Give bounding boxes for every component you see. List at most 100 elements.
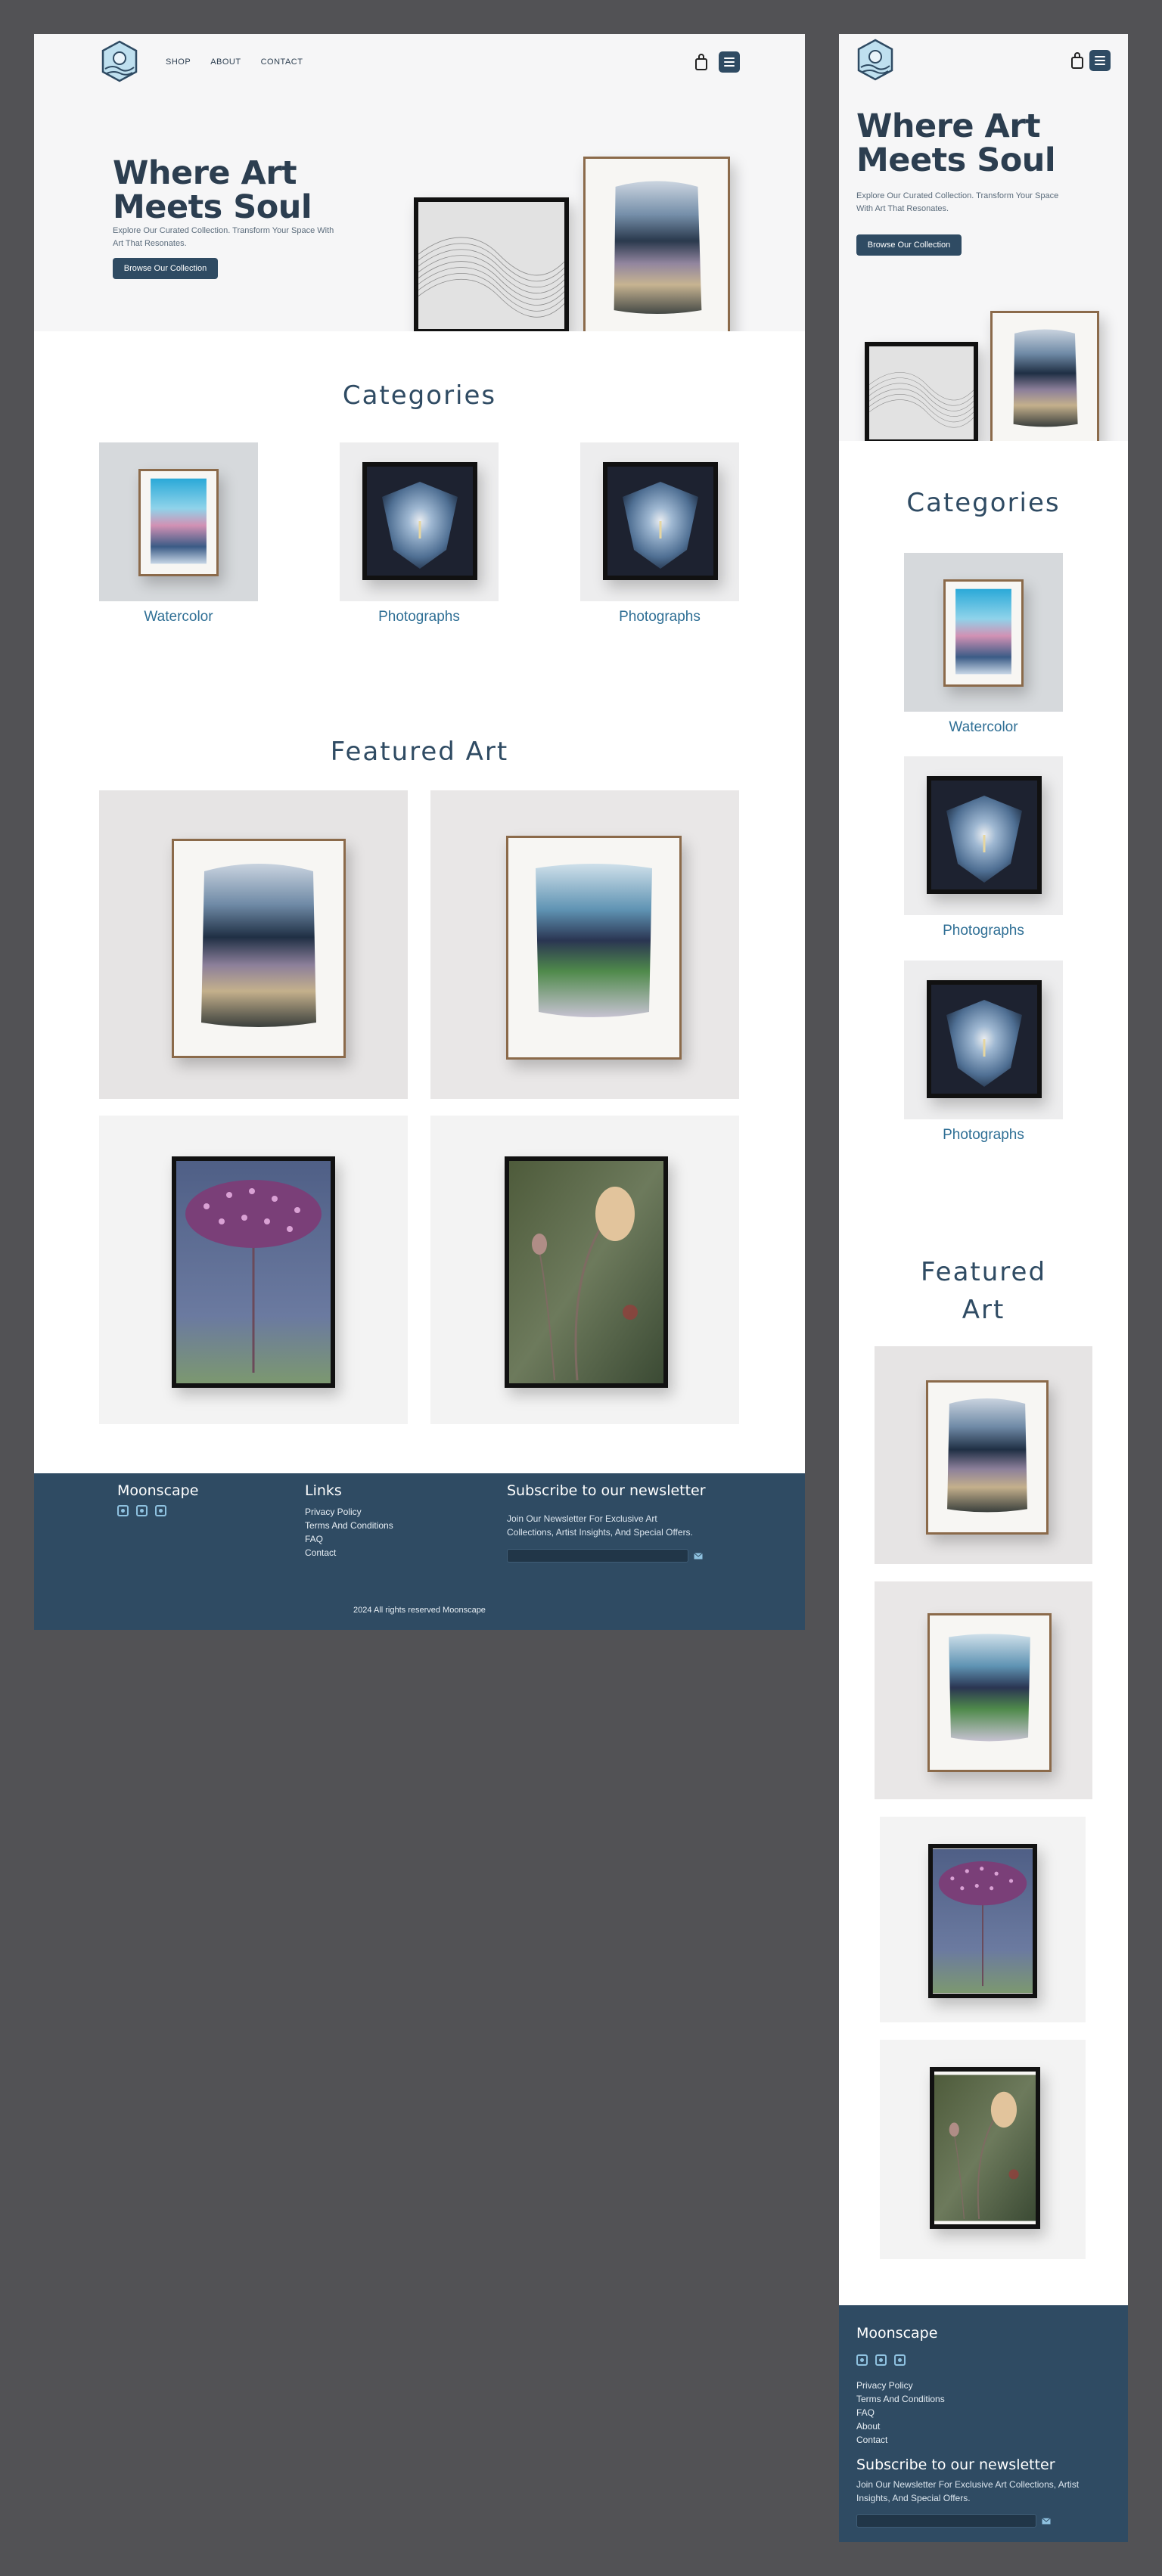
footer-link-contact[interactable]: Contact [856, 2433, 945, 2447]
footer-link-privacy[interactable]: Privacy Policy [305, 1505, 393, 1519]
menu-line-icon [1095, 64, 1105, 65]
category-artwork [141, 471, 216, 574]
wave-art [869, 346, 974, 439]
footer-link-faq[interactable]: FAQ [305, 1532, 393, 1546]
instagram-icon[interactable] [136, 1505, 148, 1516]
nav-contact[interactable]: CONTACT [261, 57, 303, 67]
category-artwork [607, 467, 713, 576]
category-card-watercolor[interactable]: Watercolor [904, 553, 1063, 742]
hero-subtitle-line: Art That Resonates. [113, 239, 187, 249]
artwork [508, 838, 679, 1057]
watercolor-art [586, 159, 728, 331]
hero-title: Where Art Meets Soul [113, 154, 312, 227]
nav-about[interactable]: ABOUT [210, 57, 241, 67]
featured-art-card[interactable] [430, 1116, 739, 1424]
category-frame [603, 462, 718, 580]
newsletter-text-line: Collections, Artist Insights, And Specia… [507, 1527, 693, 1538]
footer-link-about[interactable]: About [856, 2419, 945, 2433]
artwork [930, 1615, 1049, 1770]
category-card-photographs[interactable]: Photographs [580, 442, 739, 632]
art-frame [172, 839, 346, 1058]
hero-title-line: Where Art [856, 107, 1041, 145]
logo-icon[interactable] [856, 39, 894, 81]
featured-art-card[interactable] [880, 2040, 1086, 2259]
hero-subtitle: Explore Our Curated Collection. Transfor… [113, 225, 334, 250]
category-card-watercolor[interactable]: Watercolor [99, 442, 258, 632]
nav-shop[interactable]: SHOP [166, 57, 191, 67]
browse-collection-button[interactable]: Browse Our Collection [113, 258, 218, 279]
footer-links-title: Links [305, 1482, 342, 1499]
facebook-icon[interactable] [117, 1505, 129, 1516]
wave-art [418, 202, 564, 329]
newsletter-title: Subscribe to our newsletter [507, 1482, 706, 1499]
browse-collection-button[interactable]: Browse Our Collection [856, 234, 962, 256]
featured-title-line: Art [962, 1295, 1005, 1325]
menu-line-icon [724, 61, 735, 63]
pinterest-icon[interactable] [155, 1505, 166, 1516]
footer-link-privacy[interactable]: Privacy Policy [856, 2379, 945, 2392]
featured-art-card[interactable] [99, 790, 408, 1099]
newsletter-submit-button[interactable] [688, 1549, 708, 1563]
menu-button[interactable] [1089, 50, 1111, 71]
footer-link-contact[interactable]: Contact [305, 1546, 393, 1560]
watercolor-art-frame [583, 157, 730, 331]
menu-button[interactable] [719, 51, 740, 73]
footer-link-terms[interactable]: Terms And Conditions [305, 1519, 393, 1532]
featured-art-card[interactable] [875, 1581, 1092, 1799]
hero-subtitle-line: Explore Our Curated Collection. Transfor… [113, 226, 334, 235]
pinterest-icon[interactable] [894, 2354, 906, 2366]
category-label[interactable]: Photographs [904, 923, 1063, 939]
menu-line-icon [1095, 56, 1105, 57]
hero-title-line: Where Art [113, 154, 297, 192]
newsletter-text: Join Our Newsletter For Exclusive Art Co… [856, 2478, 1079, 2505]
featured-art-card[interactable] [880, 1817, 1086, 2022]
newsletter-text-line: Insights, And Special Offers. [856, 2493, 971, 2503]
hero-subtitle-line: Explore Our Curated Collection. Transfor… [856, 191, 1059, 200]
artwork [933, 1848, 1033, 1994]
footer-links: Privacy Policy Terms And Conditions FAQ … [856, 2379, 945, 2447]
category-label[interactable]: Watercolor [904, 719, 1063, 736]
instagram-icon[interactable] [875, 2354, 887, 2366]
footer-link-terms[interactable]: Terms And Conditions [856, 2392, 945, 2406]
category-label[interactable]: Photographs [580, 609, 739, 625]
category-frame [927, 776, 1042, 894]
hero-title-line: Meets Soul [113, 188, 312, 227]
artwork [176, 1161, 331, 1383]
shopping-bag-icon[interactable] [694, 53, 709, 71]
newsletter-email-input[interactable] [507, 1549, 688, 1563]
newsletter-text-line: Join Our Newsletter For Exclusive Art Co… [856, 2479, 1080, 2490]
featured-art-card[interactable] [875, 1346, 1092, 1564]
featured-art-card[interactable] [430, 790, 739, 1099]
newsletter-text-line: Join Our Newsletter For Exclusive Art [507, 1513, 657, 1524]
footer-brand: Moonscape [117, 1482, 199, 1499]
facebook-icon[interactable] [856, 2354, 868, 2366]
envelope-icon [694, 1552, 703, 1559]
envelope-icon [1042, 2517, 1051, 2524]
footer-brand: Moonscape [856, 2325, 938, 2342]
social-links [117, 1505, 166, 1516]
art-frame [928, 1844, 1037, 1998]
newsletter-email-input[interactable] [856, 2514, 1036, 2528]
category-image [580, 442, 739, 601]
newsletter-title: Subscribe to our newsletter [856, 2457, 1055, 2473]
footer: Moonscape Privacy Policy Terms And Condi… [839, 2305, 1128, 2542]
featured-art-title: Featured Art [839, 1253, 1128, 1329]
category-label[interactable]: Photographs [904, 1127, 1063, 1144]
menu-line-icon [724, 57, 735, 59]
logo-icon[interactable] [101, 40, 138, 82]
category-card-photographs[interactable]: Photographs [904, 961, 1063, 1150]
shopping-bag-icon[interactable] [1070, 51, 1085, 70]
category-frame [362, 462, 477, 580]
footer-links: Privacy Policy Terms And Conditions FAQ … [305, 1505, 393, 1560]
category-label[interactable]: Watercolor [99, 609, 258, 625]
featured-art-card[interactable] [99, 1116, 408, 1424]
hero-title-line: Meets Soul [856, 141, 1056, 180]
category-label[interactable]: Photographs [340, 609, 499, 625]
footer: Moonscape Links Privacy Policy Terms And… [34, 1473, 805, 1630]
category-card-photographs[interactable]: Photographs [904, 756, 1063, 945]
wave-art-frame [865, 342, 978, 441]
category-artwork [946, 582, 1021, 684]
footer-link-faq[interactable]: FAQ [856, 2406, 945, 2419]
newsletter-submit-button[interactable] [1036, 2514, 1056, 2528]
category-card-photographs[interactable]: Photographs [340, 442, 499, 632]
